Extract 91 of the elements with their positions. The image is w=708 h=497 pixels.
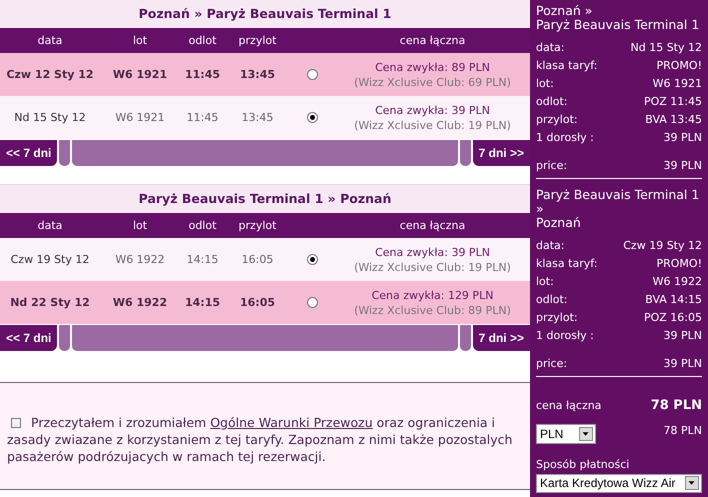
column-header: odlot — [188, 34, 218, 47]
terms-checkbox[interactable] — [11, 418, 21, 428]
departure-cell-text: 11:45 — [184, 68, 221, 81]
total-label: cena łączna — [536, 398, 602, 412]
price-label: price: — [536, 356, 568, 370]
radio-button[interactable] — [307, 112, 318, 123]
field-value: 39 PLN — [664, 328, 702, 342]
field-value: W6 1921 — [652, 76, 702, 90]
flight-cell-text: W6 1922 — [114, 253, 166, 266]
arrival-cell-text: 13:45 — [240, 111, 274, 124]
radio-button[interactable] — [307, 297, 318, 308]
club-price: (Wizz Xclusive Club: 69 PLN) — [354, 76, 511, 88]
field-label: klasa taryf: — [536, 256, 598, 270]
date-cell-text: Nd 22 Sty 12 — [9, 296, 91, 309]
regular-price: Cena zwykła: 39 PLN — [375, 246, 490, 258]
field-value: Czw 19 Sty 12 — [623, 238, 702, 252]
club-price: (Wizz Xclusive Club: 19 PLN) — [354, 260, 511, 274]
leg-title: Paryż Beauvais Terminal 1 » Poznań — [536, 188, 700, 230]
flight-row[interactable]: Czw 19 Sty 12 W6 1922 14:15 16:05 Cena zwykła: 39 PLN (Wizz Xclusive Club: 19 PLN) — [0, 238, 530, 281]
field-label: data: — [536, 40, 564, 54]
field-value: POZ 16:05 — [644, 310, 702, 324]
arrival-cell-text: 16:05 — [240, 253, 274, 266]
radio-button[interactable] — [307, 254, 318, 265]
field-value: POZ 11:45 — [644, 94, 702, 108]
price-value: 39 PLN — [664, 158, 702, 172]
regular-price: Cena zwykła: 129 PLN — [372, 288, 494, 302]
date-cell-text: Czw 19 Sty 12 — [10, 253, 90, 266]
currency-total: 78 PLN — [664, 424, 702, 437]
field-value: PROMO! — [656, 256, 702, 270]
nav-bar — [460, 140, 471, 166]
departure-cell-text: 11:45 — [186, 111, 220, 124]
departure-cell-text: 14:15 — [184, 296, 221, 309]
nav-bar — [460, 325, 471, 351]
payment-label: Sposób płatności — [536, 458, 630, 471]
date-cell-text: Czw 12 Sty 12 — [5, 68, 95, 81]
field-value: BVA 13:45 — [645, 112, 702, 126]
previous-week-button[interactable]: << 7 dni — [0, 140, 58, 166]
radio-button[interactable] — [307, 69, 318, 80]
terms-link[interactable]: Ogólne Warunki Przewozu — [210, 415, 373, 430]
field-label: data: — [536, 238, 564, 252]
flight-row[interactable]: Nd 15 Sty 12 W6 1921 11:45 13:45 Cena zwykła: 39 PLN (Wizz Xclusive Club: 19 PLN) — [0, 96, 530, 139]
leg-title: Poznań » Paryż Beauvais Terminal 1 — [536, 4, 700, 32]
column-header: data — [36, 219, 64, 232]
field-label: lot: — [536, 76, 554, 90]
price-label: price: — [536, 158, 568, 172]
nav-bar — [59, 325, 70, 351]
flight-row[interactable]: Nd 22 Sty 12 W6 1922 14:15 16:05 Cena zwykła: 129 PLN (Wizz Xclusive Club: 89 PLN) — [0, 281, 530, 324]
flight-cell-text: W6 1921 — [114, 111, 166, 124]
price-value: 39 PLN — [664, 356, 702, 370]
column-header: cena łączna — [398, 34, 466, 47]
flight-cell-text: W6 1921 — [112, 68, 168, 81]
currency-select[interactable]: PLN — [536, 424, 596, 444]
field-value: BVA 14:15 — [645, 292, 702, 306]
arrival-cell-text: 13:45 — [238, 68, 276, 81]
route-title: Paryż Beauvais Terminal 1 » Poznań — [0, 185, 530, 213]
column-header: przylot — [238, 34, 278, 47]
field-label: 1 dorosły : — [536, 130, 594, 144]
field-value: W6 1922 — [652, 274, 702, 288]
column-header: data — [36, 34, 64, 47]
column-header: lot — [132, 34, 148, 47]
column-header: lot — [132, 219, 148, 232]
field-label: odlot: — [536, 292, 568, 306]
field-label: przylot: — [536, 112, 578, 126]
previous-week-button[interactable]: << 7 dni — [0, 325, 58, 351]
flight-cell-text: W6 1922 — [112, 296, 168, 309]
column-header: cena łączna — [398, 219, 466, 232]
column-header: odlot — [188, 219, 218, 232]
route-title: Poznań » Paryż Beauvais Terminal 1 — [0, 0, 530, 28]
field-label: przylot: — [536, 310, 578, 324]
field-label: lot: — [536, 274, 554, 288]
column-header: przylot — [238, 219, 278, 232]
departure-cell-text: 14:15 — [186, 253, 220, 266]
total-value: 78 PLN — [650, 398, 702, 413]
flight-row[interactable]: Czw 12 Sty 12 W6 1921 11:45 13:45 Cena zwykła: 89 PLN (Wizz Xclusive Club: 69 PLN) — [0, 53, 530, 96]
field-label: klasa taryf: — [536, 58, 598, 72]
field-label: 1 dorosły : — [536, 328, 594, 342]
regular-price: Cena zwykła: 89 PLN — [375, 60, 490, 74]
regular-price: Cena zwykła: 39 PLN — [375, 104, 490, 116]
field-value: Nd 15 Sty 12 — [630, 40, 702, 54]
payment-select[interactable]: Karta Kredytowa Wizz Air — [536, 474, 702, 493]
terms-text: Przeczytałem i zrozumiałem Ogólne Warunki Przewozu oraz ograniczenia i zasady zwiazane z korzystaniem z tej taryfy. Zapoznam z nimi także pozostalych pasażerów podrózujacych w ramach tej rezerwacji. — [7, 414, 514, 466]
date-cell-text: Nd 15 Sty 12 — [13, 111, 87, 124]
nav-bar — [59, 140, 70, 166]
field-value: 39 PLN — [664, 130, 702, 144]
field-label: odlot: — [536, 94, 568, 108]
club-price: (Wizz Xclusive Club: 19 PLN) — [354, 118, 511, 132]
arrival-cell-text: 16:05 — [238, 296, 276, 309]
field-value: PROMO! — [656, 58, 702, 72]
next-week-button[interactable]: 7 dni >> — [472, 140, 530, 166]
club-price: (Wizz Xclusive Club: 89 PLN) — [354, 304, 511, 316]
next-week-button[interactable]: 7 dni >> — [472, 325, 530, 351]
